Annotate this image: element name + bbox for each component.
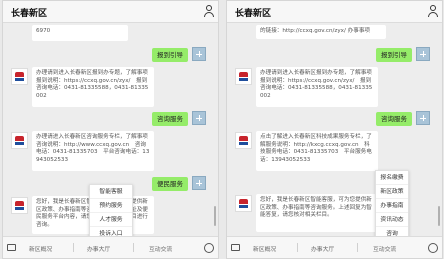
tab-menu[interactable]: 互动交流: [149, 244, 172, 253]
chat-window-right: 长春新区 的链接：http://ccxq.gov.cn/zyx/ 办事事项 报到…: [226, 0, 443, 259]
bot-avatar: [11, 68, 28, 85]
tab-menu[interactable]: 办事大厅: [87, 244, 110, 253]
chat-window-left: 长春新区 6970 报到引导 办理请到进入长春新区报到办专题，了解事项报到说明：…: [2, 0, 219, 259]
tab-divider: [297, 243, 298, 252]
bot-avatar: [235, 195, 252, 212]
menu-item[interactable]: 新区政策: [376, 185, 408, 199]
user-avatar: [192, 47, 206, 61]
bottom-menu-bar: 新区概况 办事大厅 互动交流: [227, 236, 442, 258]
bot-avatar: [11, 132, 28, 149]
user-avatar: [416, 111, 430, 125]
chat-title: 长春新区: [235, 9, 272, 19]
message-outgoing: 报到引导: [376, 48, 412, 62]
menu-item[interactable]: 报名缴费: [376, 171, 408, 185]
tab-menu[interactable]: 新区概况: [29, 244, 52, 253]
bot-avatar: [11, 197, 28, 214]
emoji-icon[interactable]: [428, 243, 438, 253]
message-outgoing: 咨询服务: [152, 112, 188, 126]
user-profile-icon[interactable]: [203, 5, 215, 18]
user-profile-icon[interactable]: [427, 5, 439, 18]
scrollbar[interactable]: [214, 206, 216, 226]
keyboard-icon[interactable]: [7, 244, 16, 251]
tab-menu[interactable]: 新区概况: [253, 244, 276, 253]
user-avatar: [416, 47, 430, 61]
chat-header: 长春新区: [3, 1, 218, 23]
tab-divider: [357, 243, 358, 252]
message-outgoing: 咨询服务: [376, 112, 412, 126]
tab-menu[interactable]: 办事大厅: [311, 244, 334, 253]
keyboard-icon[interactable]: [231, 244, 240, 251]
bot-avatar: [235, 68, 252, 85]
message-incoming: 点击了解进入长春新区科技成果服务专栏，了解服务说明：http://kxcg.cc…: [256, 131, 378, 171]
message-outgoing: 便民服务: [152, 177, 188, 191]
menu-item[interactable]: 智能客服: [90, 185, 132, 199]
submenu-popup: 智能客服 预约服务 人才服务 投诉入口: [89, 184, 133, 242]
bot-avatar: [235, 132, 252, 149]
menu-item[interactable]: 预约服务: [90, 199, 132, 213]
emoji-icon[interactable]: [204, 243, 214, 253]
message-incoming: 的链接：http://ccxq.gov.cn/zyx/ 办事事项: [256, 25, 386, 39]
user-avatar: [192, 176, 206, 190]
tab-divider: [133, 243, 134, 252]
chat-header: 长春新区: [227, 1, 442, 23]
user-avatar: [192, 111, 206, 125]
message-incoming: 办理请到进入长春新区报到办专题，了解事项报到说明：https://ccxq.go…: [256, 67, 378, 107]
menu-item[interactable]: 人才服务: [90, 213, 132, 227]
menu-item[interactable]: 办事指南: [376, 199, 408, 213]
menu-item[interactable]: 资讯动态: [376, 213, 408, 227]
scrollbar[interactable]: [438, 206, 440, 226]
submenu-popup: 报名缴费 新区政策 办事指南 资讯动态 咨询: [375, 170, 409, 242]
chat-title: 长春新区: [11, 9, 48, 19]
message-incoming: 办理请进入长春新区咨询服务专栏，了解事项咨询说明：http://www.ccxq…: [32, 131, 154, 171]
tab-menu[interactable]: 互动交流: [373, 244, 396, 253]
message-incoming: 办理请到进入长春新区报到办专题，了解事项报到说明：https://ccxq.go…: [32, 67, 154, 107]
message-incoming: 您好，我是长春新区智能客服，可为您提供新区政策、办事指南等咨询服务。上述回复为智…: [256, 194, 378, 232]
message-outgoing: 报到引导: [152, 48, 188, 62]
message-incoming: 6970: [32, 25, 128, 41]
bottom-menu-bar: 新区概况 办事大厅 互动交流: [3, 236, 218, 258]
tab-divider: [73, 243, 74, 252]
